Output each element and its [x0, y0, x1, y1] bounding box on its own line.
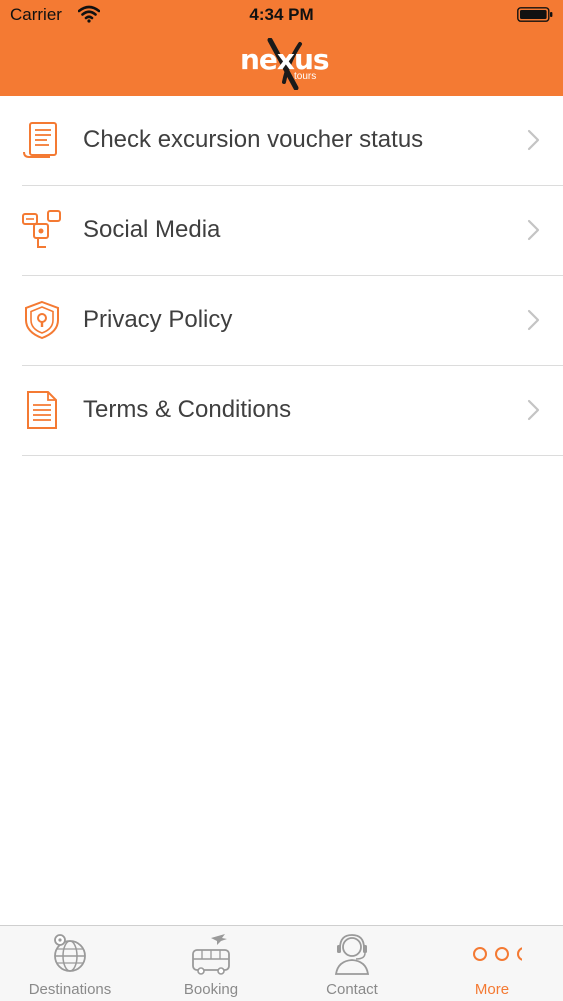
menu-item-label: Terms & Conditions: [83, 396, 292, 423]
chevron-right-icon: [527, 309, 540, 331]
status-time: 4:34 PM: [249, 5, 314, 24]
menu-item-label: Social Media: [83, 216, 221, 243]
menu-item-voucher-status[interactable]: Check excursion voucher status: [22, 96, 563, 186]
more-dots-icon: [473, 947, 522, 961]
voucher-scroll-icon: [23, 122, 57, 158]
bus-plane-icon: [192, 934, 230, 975]
menu-item-terms-conditions[interactable]: Terms & Conditions: [22, 366, 563, 456]
bottom-tab-bar: Destinations Booking Contact More: [0, 925, 563, 1001]
status-bar: Carrier 4:34 PM: [0, 0, 563, 30]
social-media-icon: [22, 210, 61, 248]
menu-item-social-media[interactable]: Social Media: [22, 186, 563, 276]
tab-booking[interactable]: Booking: [141, 926, 281, 1001]
menu-item-privacy-policy[interactable]: Privacy Policy: [22, 276, 563, 366]
globe-pin-icon: [54, 934, 86, 972]
tab-label: Destinations: [28, 981, 112, 998]
headset-agent-icon: [334, 934, 370, 975]
tab-label: Booking: [183, 981, 239, 998]
battery-icon: [517, 7, 553, 22]
menu-item-label: Privacy Policy: [83, 306, 233, 333]
chevron-right-icon: [527, 219, 540, 241]
tab-contact[interactable]: Contact: [282, 926, 422, 1001]
nexus-tours-logo: nexus tours: [236, 38, 330, 90]
shield-lock-icon: [25, 300, 59, 340]
document-icon: [27, 391, 57, 429]
logo-subtitle: tours: [294, 71, 317, 82]
tab-label: Contact: [326, 981, 378, 998]
app-header: Carrier 4:34 PM nexus tours: [0, 0, 563, 96]
tab-destinations[interactable]: Destinations: [0, 926, 140, 1001]
menu-item-label: Check excursion voucher status: [83, 126, 424, 153]
tab-more[interactable]: More: [422, 926, 562, 1001]
chevron-right-icon: [527, 129, 540, 151]
more-menu-list: Check excursion voucher status Social Me…: [0, 96, 563, 456]
tab-label: More: [474, 981, 510, 998]
chevron-right-icon: [527, 399, 540, 421]
